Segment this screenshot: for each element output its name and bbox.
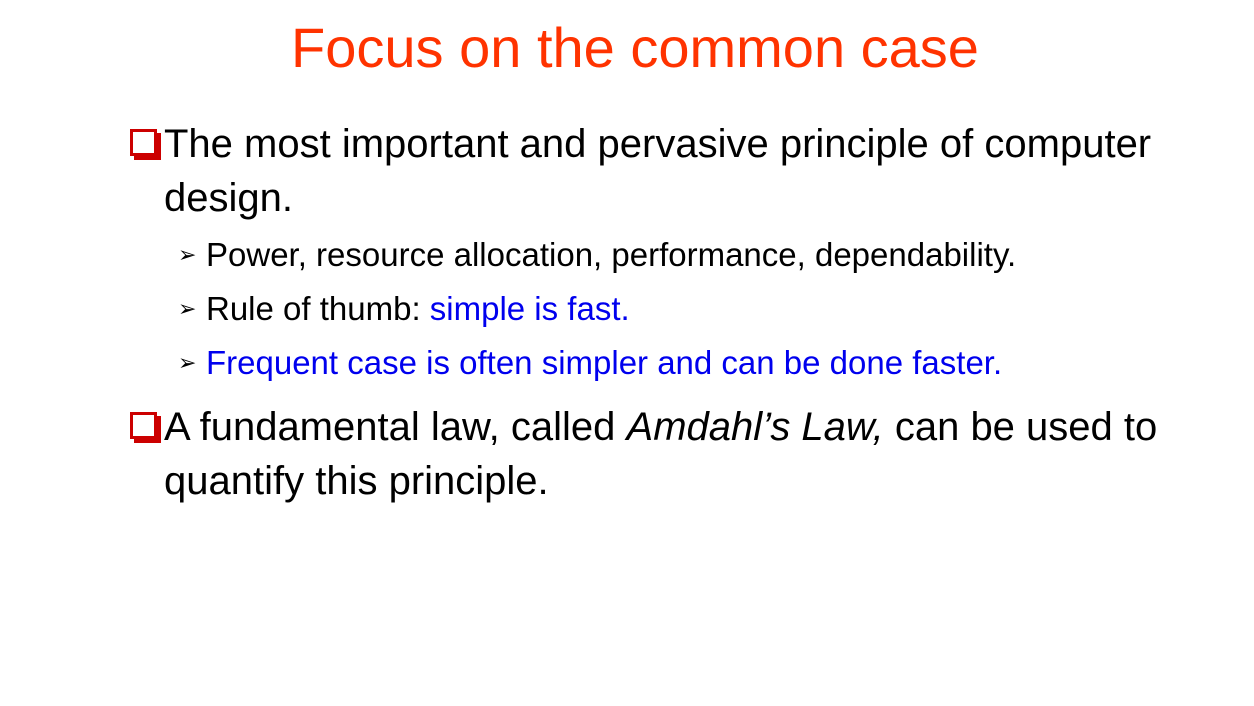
slide: Focus on the common case The most import… [0, 0, 1254, 706]
bullet-item: The most important and pervasive princip… [124, 117, 1244, 225]
arrowhead-bullet-icon: ➢ [178, 296, 197, 321]
sub-bullet-text: Rule of thumb: [206, 290, 430, 327]
sub-bullet-item: ➢ Frequent case is often simpler and can… [124, 341, 1244, 385]
bullet-text: A fundamental law, called [164, 405, 627, 449]
square-bullet-icon [130, 412, 157, 439]
sub-bullet-text: Frequent case is often simpler and can b… [206, 344, 1003, 381]
bullet-list: The most important and pervasive princip… [124, 117, 1244, 508]
sub-bullet-highlight: simple is fast. [429, 290, 630, 327]
bullet-item: A fundamental law, called Amdahl’s Law, … [124, 400, 1244, 508]
slide-title: Focus on the common case [291, 16, 979, 79]
sub-bullet-item: ➢ Power, resource allocation, performanc… [124, 233, 1244, 277]
bullet-text: The most important and pervasive princip… [164, 122, 1152, 220]
arrowhead-bullet-icon: ➢ [178, 350, 197, 375]
sub-bullet-text: Power, resource allocation, performance,… [206, 236, 1017, 273]
sub-bullet-item: ➢ Rule of thumb: simple is fast. [124, 287, 1244, 331]
arrowhead-bullet-icon: ➢ [178, 242, 197, 267]
square-bullet-icon [130, 129, 157, 156]
bullet-emphasis: Amdahl’s Law, [626, 405, 884, 449]
